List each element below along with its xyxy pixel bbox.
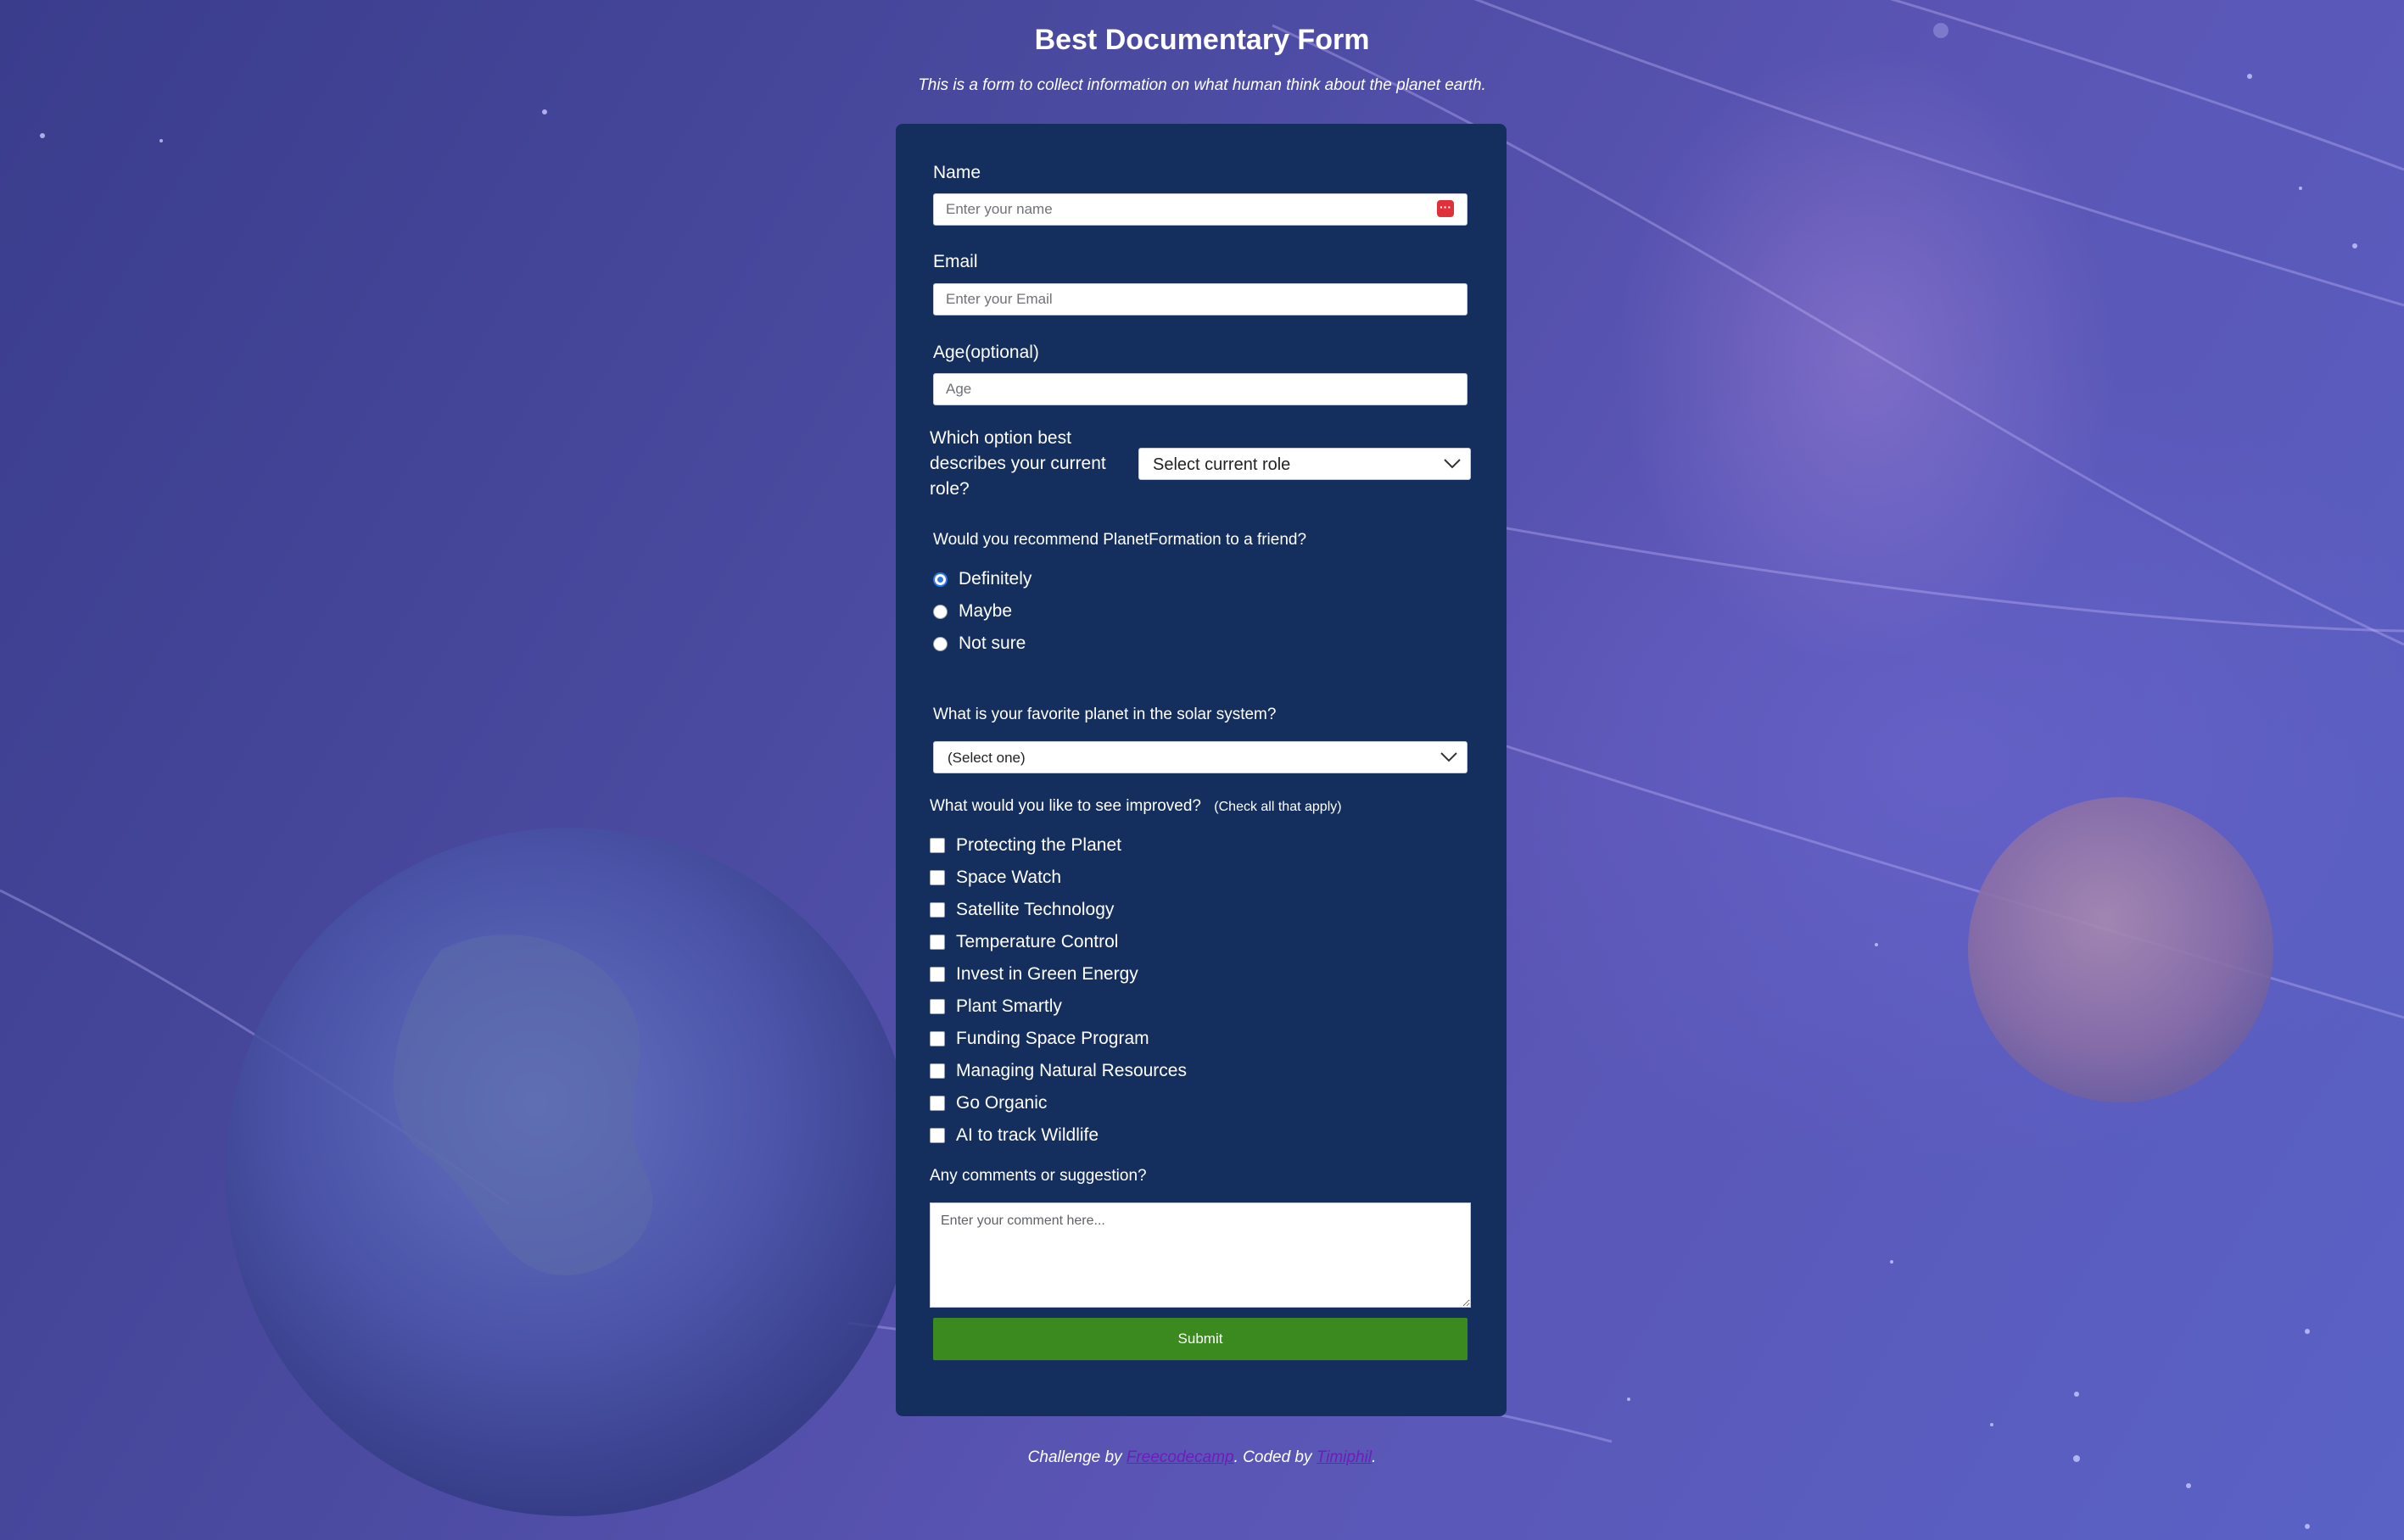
checkbox-label: Go Organic (956, 1093, 1048, 1113)
checkbox-label: Protecting the Planet (956, 835, 1121, 855)
checkbox-funding-space-program[interactable]: Funding Space Program (930, 1026, 1149, 1052)
checkbox[interactable] (930, 999, 945, 1014)
checkbox[interactable] (930, 870, 945, 885)
checkbox-invest-in-green-energy[interactable]: Invest in Green Energy (930, 962, 1138, 987)
role-select-value: Select current role (1153, 455, 1291, 474)
checkbox-label: Plant Smartly (956, 996, 1062, 1016)
name-label: Name (933, 163, 981, 182)
checkbox-label: Satellite Technology (956, 900, 1115, 919)
improve-question-text: What would you like to see improved? (930, 797, 1201, 815)
age-label: Age(optional) (933, 343, 1039, 362)
survey-form: Name ··· Email Age(optional) Which optio… (896, 124, 1507, 1416)
freecodecamp-link[interactable]: Freecodecamp (1127, 1448, 1234, 1466)
radio-option-definitely[interactable]: Definitely (933, 566, 1031, 592)
radio-button[interactable] (933, 572, 948, 587)
footer-suffix: . (1372, 1448, 1377, 1466)
name-field-wrap: ··· (896, 193, 1507, 226)
checkbox-managing-natural-resources[interactable]: Managing Natural Resources (930, 1058, 1187, 1084)
checkbox-label: Funding Space Program (956, 1029, 1149, 1048)
radio-option-maybe[interactable]: Maybe (933, 599, 1012, 624)
checkbox-satellite-technology[interactable]: Satellite Technology (930, 897, 1114, 923)
mars-planet (1968, 797, 2273, 1102)
email-label: Email (933, 252, 978, 271)
planet-select[interactable]: (Select one) (933, 741, 1468, 773)
name-input[interactable] (933, 193, 1468, 226)
checkbox-plant-smartly[interactable]: Plant Smartly (930, 994, 1062, 1019)
planet-question: What is your favorite planet in the sola… (933, 706, 1277, 723)
radio-label: Maybe (959, 601, 1013, 621)
radio-option-not-sure[interactable]: Not sure (933, 631, 1026, 656)
checkbox-label: Invest in Green Energy (956, 964, 1138, 984)
comments-label: Any comments or suggestion? (930, 1167, 1147, 1185)
password-manager-icon[interactable]: ··· (1437, 200, 1454, 217)
age-input[interactable] (933, 373, 1468, 405)
checkbox-label: Space Watch (956, 868, 1062, 887)
checkbox[interactable] (930, 1128, 945, 1143)
chevron-down-icon (1444, 459, 1461, 469)
checkbox[interactable] (930, 935, 945, 950)
role-label-line-1: Which option best (930, 428, 1071, 448)
role-label: Which option best describes your current… (930, 426, 1133, 502)
checkbox[interactable] (930, 1031, 945, 1046)
footer: Challenge by Freecodecamp. Coded by Timi… (0, 1447, 2404, 1469)
checkbox-temperature-control[interactable]: Temperature Control (930, 929, 1118, 955)
checkbox[interactable] (930, 838, 945, 853)
checkbox[interactable] (930, 967, 945, 982)
recommend-question: Would you recommend PlanetFormation to a… (933, 531, 1307, 549)
checkbox[interactable] (930, 1096, 945, 1111)
checkbox-label: AI to track Wildlife (956, 1125, 1099, 1145)
checkbox-go-organic[interactable]: Go Organic (930, 1091, 1047, 1116)
checkbox-label: Temperature Control (956, 932, 1119, 951)
radio-button[interactable] (933, 636, 948, 651)
role-select[interactable]: Select current role (1138, 448, 1471, 480)
improve-hint: (Check all that apply) (1214, 800, 1342, 814)
chevron-down-icon (1440, 752, 1457, 762)
radio-button[interactable] (933, 604, 948, 619)
radio-label: Not sure (959, 633, 1026, 653)
checkbox-label: Managing Natural Resources (956, 1061, 1187, 1080)
comments-textarea[interactable] (930, 1202, 1471, 1308)
role-label-line-3: role? (930, 479, 970, 499)
footer-prefix: Challenge by (1027, 1448, 1127, 1466)
checkbox[interactable] (930, 1063, 945, 1079)
planet-select-value: (Select one) (948, 750, 1026, 766)
page-title: Best Documentary Form (1034, 24, 1370, 56)
role-label-line-2: describes your current (930, 454, 1106, 473)
footer-middle: . Coded by (1233, 1448, 1317, 1466)
email-input[interactable] (933, 283, 1468, 315)
checkbox-protecting-the-planet[interactable]: Protecting the Planet (930, 833, 1121, 858)
checkbox[interactable] (930, 902, 945, 918)
radio-label: Definitely (959, 569, 1032, 589)
page-description: This is a form to collect information on… (918, 76, 1486, 94)
improve-question: What would you like to see improved? (Ch… (930, 795, 1342, 818)
author-link[interactable]: Timiphil (1317, 1448, 1372, 1466)
submit-button[interactable]: Submit (933, 1318, 1468, 1360)
checkbox-space-watch[interactable]: Space Watch (930, 865, 1061, 890)
checkbox-ai-to-track-wildlife[interactable]: AI to track Wildlife (930, 1123, 1099, 1148)
